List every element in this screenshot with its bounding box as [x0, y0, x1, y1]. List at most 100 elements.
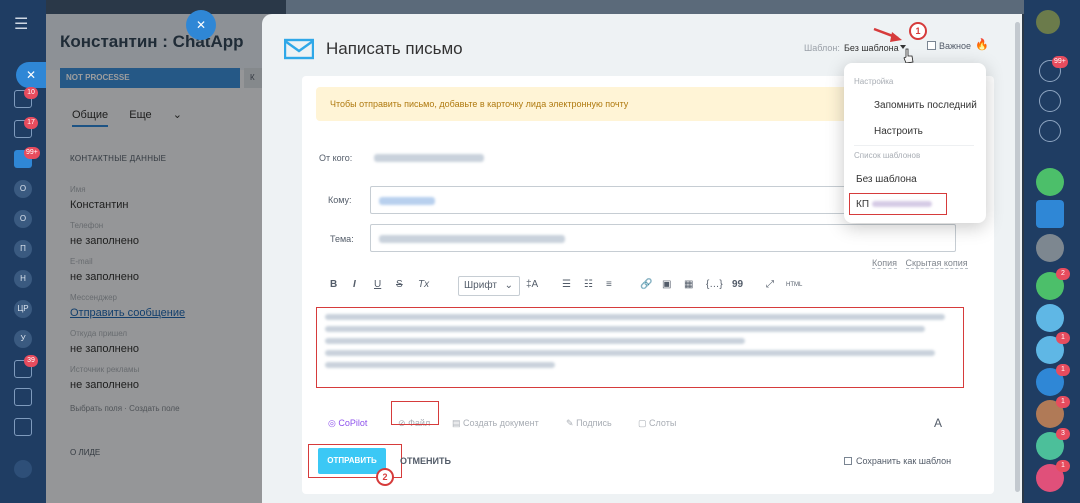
scrollbar-thumb[interactable] [1015, 22, 1020, 492]
sidebar-item[interactable]: Н [14, 270, 32, 288]
message-line [325, 326, 925, 332]
avatar[interactable] [1036, 10, 1060, 34]
html-button[interactable]: HTML [786, 282, 802, 288]
monitor-icon[interactable] [1036, 200, 1064, 228]
close-icon[interactable]: ✕ [186, 10, 216, 40]
slots-button[interactable]: ▢ Слоты [638, 418, 676, 429]
annotation-number: 1 [909, 22, 927, 40]
cancel-button[interactable]: ОТМЕНИТЬ [400, 456, 451, 466]
composer-title: Написать письмо [326, 39, 463, 58]
quote-button[interactable]: 99 [732, 279, 743, 290]
badge: 1 [1056, 460, 1070, 472]
message-editor[interactable] [316, 307, 964, 388]
user-icon[interactable] [14, 460, 32, 478]
numbered-list-icon[interactable]: ☰ [562, 279, 571, 290]
menu-icon[interactable]: ☰ [14, 14, 28, 34]
table-icon[interactable]: ▦ [684, 279, 693, 290]
copilot-button[interactable]: ◎ CoPilot [328, 418, 367, 429]
menu-item-no-template[interactable]: Без шаблона [856, 174, 917, 185]
font-select[interactable]: Шрифт ⌄ [458, 276, 520, 296]
handshake-icon[interactable] [1036, 168, 1064, 196]
badge: 2 [1056, 268, 1070, 280]
underline-button[interactable]: U [374, 279, 381, 290]
sidebar-item[interactable]: У [14, 330, 32, 348]
copilot-icon: ◎ [328, 418, 336, 428]
bold-button[interactable]: B [330, 279, 337, 290]
badge: 39 [24, 355, 38, 367]
italic-button[interactable]: I [353, 279, 356, 290]
text-format-button[interactable]: A [934, 416, 942, 430]
right-sidebar: 99+ 2 1 1 1 3 1 [1024, 0, 1080, 503]
divider [854, 145, 974, 146]
message-line [325, 362, 555, 368]
create-document-label: Создать документ [463, 418, 539, 428]
strikethrough-button[interactable]: S [396, 279, 403, 290]
document-icon: ▤ [452, 418, 461, 428]
badge: 1 [1056, 396, 1070, 408]
link-icon[interactable]: 🔗 [640, 279, 652, 290]
checkbox[interactable] [927, 41, 936, 50]
scrollbar[interactable] [1015, 22, 1020, 492]
sidebar-item[interactable]: П [14, 240, 32, 258]
cc-links: Копия Скрытая копия [866, 258, 968, 269]
file-highlight [391, 401, 439, 425]
bullet-list-icon[interactable]: ☷ [584, 279, 593, 290]
sidebar-item[interactable]: О [14, 210, 32, 228]
left-sidebar: ☰ ✕ 10 17 99+ О О П Н ЦР У 39 [0, 0, 46, 503]
overlay [46, 14, 286, 503]
recipient-chip[interactable] [379, 197, 435, 205]
menu-item-configure[interactable]: Настроить [874, 126, 923, 137]
image-icon[interactable]: ▣ [662, 279, 671, 290]
from-label: От кого: [319, 153, 353, 163]
from-value[interactable] [374, 154, 484, 162]
align-icon[interactable]: ≡ [606, 279, 612, 290]
envelope-icon [284, 38, 314, 60]
to-field[interactable] [370, 186, 916, 214]
template-highlight [849, 193, 947, 215]
subject-text [379, 235, 565, 243]
annotation-number: 2 [376, 468, 394, 486]
chevron-down-icon: ⌄ [504, 280, 513, 291]
signature-button[interactable]: ✎ Подпись [566, 418, 612, 429]
font-size-button[interactable]: ‡A [526, 279, 538, 290]
checkbox[interactable] [844, 457, 852, 465]
menu-item-remember-last[interactable]: Запомнить последний [874, 100, 977, 111]
sidebar-item[interactable]: О [14, 180, 32, 198]
badge: 99+ [1052, 56, 1068, 68]
target-icon[interactable] [1039, 90, 1061, 112]
badge: 99+ [24, 147, 40, 159]
clear-format-button[interactable]: Tx [418, 279, 429, 290]
badge: 17 [24, 117, 38, 129]
briefcase-icon[interactable] [14, 388, 32, 406]
slots-label: Слоты [649, 418, 677, 428]
signature-label: Подпись [576, 418, 612, 428]
badge: 1 [1056, 332, 1070, 344]
bcc-link[interactable]: Скрытая копия [905, 258, 968, 269]
important-checkbox[interactable]: Важное [927, 41, 971, 51]
message-line [325, 338, 745, 344]
hand-cursor-icon [903, 48, 914, 64]
sidebar-item[interactable]: ЦР [14, 300, 32, 318]
code-icon[interactable]: {…} [706, 279, 723, 290]
save-template-label: Сохранить как шаблон [856, 456, 952, 466]
message-line [325, 314, 945, 320]
fire-icon: 🔥 [975, 39, 989, 51]
close-icon[interactable]: ✕ [16, 62, 46, 88]
important-label: Важное [939, 41, 972, 51]
arrow-icon [873, 27, 902, 42]
chat-bubble-icon[interactable] [1039, 120, 1061, 142]
cc-link[interactable]: Копия [872, 258, 898, 269]
subject-field[interactable] [370, 224, 956, 252]
grid-icon[interactable] [14, 418, 32, 436]
fullscreen-icon[interactable]: ⤢ [766, 279, 774, 290]
top-strip [286, 0, 1024, 14]
avatar[interactable] [1036, 234, 1064, 262]
group-icon[interactable] [1036, 304, 1064, 332]
badge: 1 [1056, 364, 1070, 376]
pen-icon: ✎ [566, 418, 574, 428]
dropdown-section-title: Список шаблонов [854, 151, 921, 160]
badge: 10 [24, 87, 38, 99]
create-document-button[interactable]: ▤ Создать документ [452, 418, 539, 429]
dropdown-section-title: Настройка [854, 77, 894, 86]
save-template-checkbox[interactable]: Сохранить как шаблон [844, 456, 951, 466]
